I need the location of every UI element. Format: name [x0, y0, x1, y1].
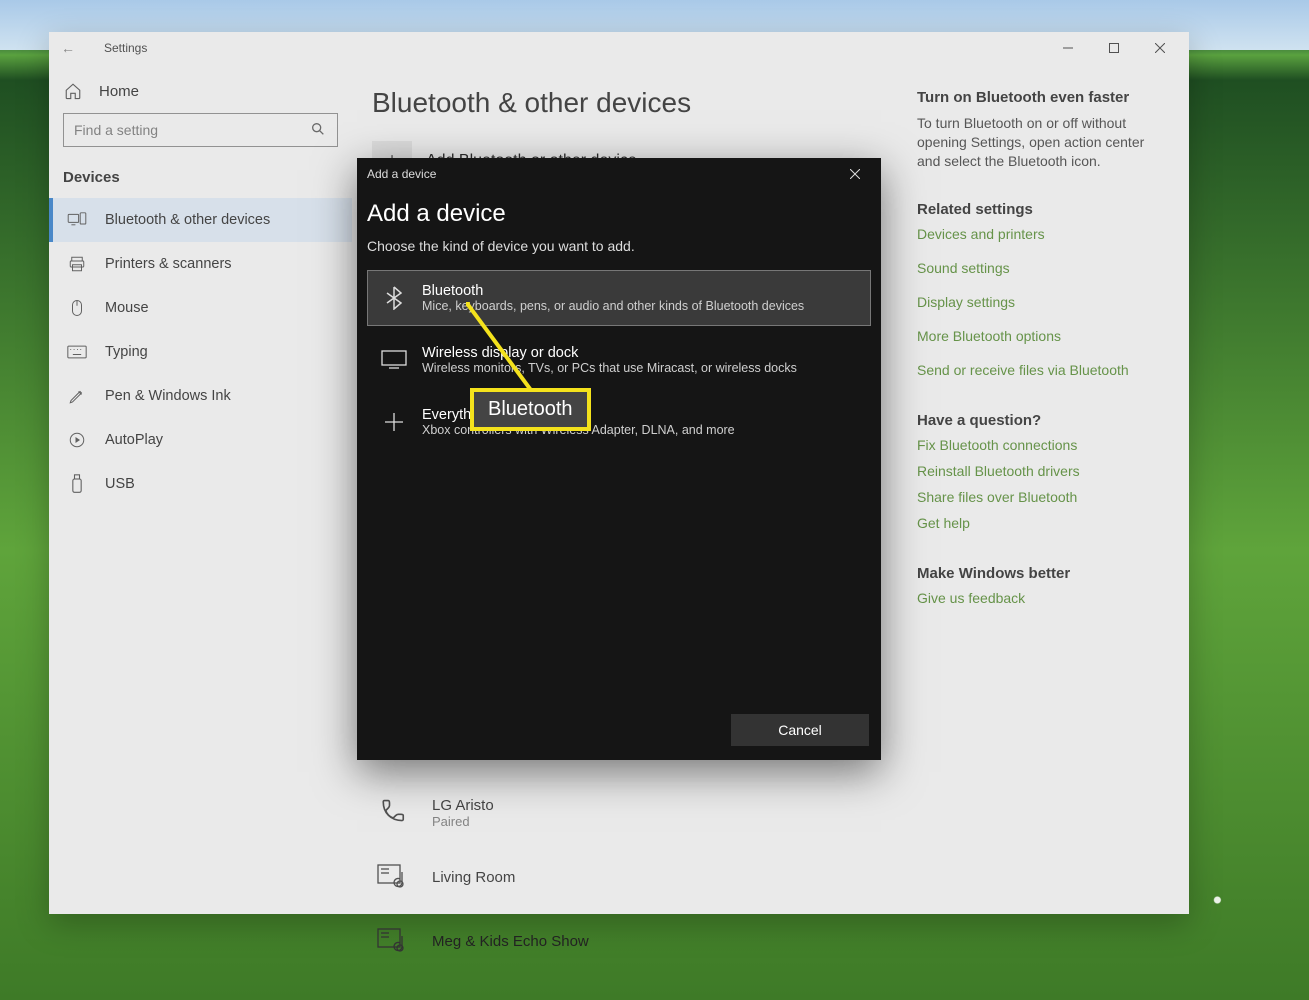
media-icon [372, 921, 412, 961]
annotation-label: Bluetooth [470, 388, 591, 431]
cancel-button[interactable]: Cancel [731, 714, 869, 746]
monitor-icon [380, 346, 408, 374]
device-name: Meg & Kids Echo Show [432, 933, 589, 950]
option-bluetooth[interactable]: Bluetooth Mice, keyboards, pens, or audi… [367, 270, 871, 326]
dialog-title: Add a device [367, 167, 839, 181]
device-row[interactable]: Meg & Kids Echo Show [372, 913, 897, 977]
option-everything-else[interactable]: Everything else Xbox controllers with Wi… [367, 394, 871, 450]
option-desc: Mice, keyboards, pens, or audio and othe… [422, 299, 804, 313]
dialog-titlebar: Add a device [357, 158, 881, 190]
option-wireless-display[interactable]: Wireless display or dock Wireless monito… [367, 332, 871, 388]
option-title: Wireless display or dock [422, 345, 797, 361]
dialog-subtitle: Choose the kind of device you want to ad… [367, 238, 871, 254]
option-desc: Wireless monitors, TVs, or PCs that use … [422, 361, 797, 375]
bluetooth-icon [380, 284, 408, 312]
option-title: Bluetooth [422, 283, 804, 299]
plus-icon [380, 408, 408, 436]
add-device-dialog: Add a device Add a device Choose the kin… [357, 158, 881, 760]
dialog-heading: Add a device [367, 200, 871, 228]
dialog-close-button[interactable] [839, 158, 871, 190]
